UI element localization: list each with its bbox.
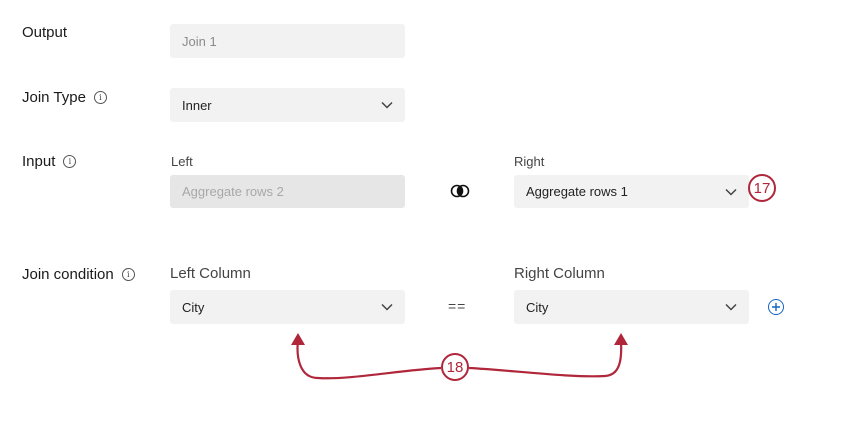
callout-arrows (291, 333, 628, 380)
callout-badge-18: 18 (441, 353, 469, 381)
callout-number: 18 (446, 358, 464, 376)
